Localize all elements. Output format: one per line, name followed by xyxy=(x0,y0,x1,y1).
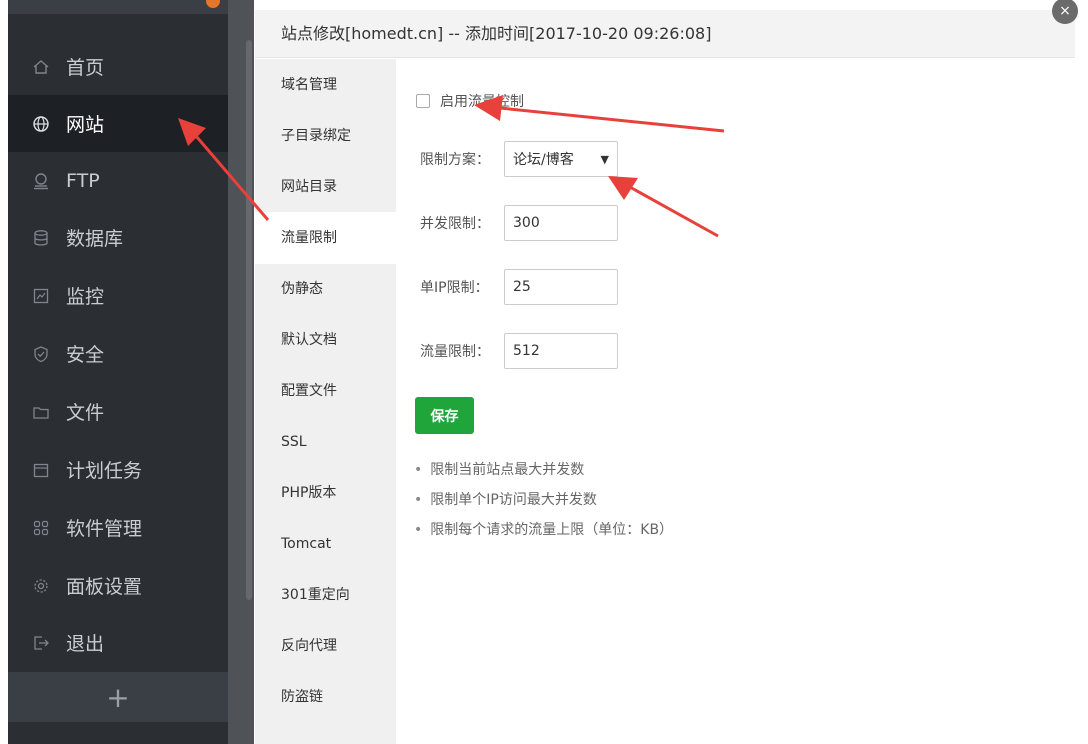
site-edit-modal: 站点修改[homedt.cn] -- 添加时间[2017-10-20 09:26… xyxy=(255,0,1088,744)
sidebar-item-label: 网站 xyxy=(66,114,105,136)
tab-tomcat[interactable]: Tomcat xyxy=(255,518,396,570)
scheme-label: 限制方案： xyxy=(420,152,490,168)
tab-hotlink-protection[interactable]: 防盗链 xyxy=(255,671,396,723)
notification-badge[interactable] xyxy=(206,0,220,8)
grid-icon xyxy=(32,519,50,537)
overlay-backdrop xyxy=(228,0,254,744)
scheme-selected-value: 论坛/博客 xyxy=(513,152,574,168)
sidebar-item-software[interactable]: 软件管理 xyxy=(8,499,228,556)
sidebar-item-home[interactable]: 首页 xyxy=(8,38,228,95)
modal-title: 站点修改[homedt.cn] -- 添加时间[2017-10-20 09:26… xyxy=(255,10,1075,58)
shield-icon xyxy=(32,345,50,363)
calendar-icon xyxy=(32,461,50,479)
enable-traffic-control-checkbox[interactable] xyxy=(416,94,430,108)
tip-item: 限制当前站点最大并发数 xyxy=(414,455,673,485)
tip-item: 限制单个IP访问最大并发数 xyxy=(414,485,673,515)
sidebar-item-monitor[interactable]: 监控 xyxy=(8,267,228,324)
sidebar-item-label: 安全 xyxy=(66,344,105,366)
per-ip-input[interactable] xyxy=(504,269,618,305)
gear-icon xyxy=(32,577,50,595)
sidebar-item-label: 退出 xyxy=(66,633,105,655)
sidebar-item-label: 软件管理 xyxy=(66,518,143,540)
tab-traffic-limit[interactable]: 流量限制 xyxy=(255,212,396,264)
ftp-icon xyxy=(32,172,50,190)
globe-icon xyxy=(32,115,50,133)
sidebar-item-files[interactable]: 文件 xyxy=(8,383,228,440)
sidebar-item-logout[interactable]: 退出 xyxy=(8,614,228,671)
dropdown-arrow-icon: ▼ xyxy=(600,152,609,166)
sidebar-item-label: 面板设置 xyxy=(66,576,143,598)
sidebar-item-website[interactable]: 网站 xyxy=(8,95,228,152)
tab-php-version[interactable]: PHP版本 xyxy=(255,467,396,519)
scheme-row: 限制方案： 论坛/博客 ▼ xyxy=(420,141,618,177)
tab-subdirectory-binding[interactable]: 子目录绑定 xyxy=(255,110,396,162)
tab-config-file[interactable]: 配置文件 xyxy=(255,365,396,417)
sidebar-item-label: 监控 xyxy=(66,286,105,308)
scrollbar[interactable] xyxy=(246,40,252,600)
concurrency-label: 并发限制： xyxy=(420,216,490,232)
sidebar-item-label: 文件 xyxy=(66,402,105,424)
tab-default-document[interactable]: 默认文档 xyxy=(255,314,396,366)
traffic-limit-panel: 启用流量控制 限制方案： 论坛/博客 ▼ 并发限制： 单IP限制： 流量限制： … xyxy=(396,59,1076,744)
rate-input[interactable] xyxy=(504,333,618,369)
tab-domain-management[interactable]: 域名管理 xyxy=(255,59,396,111)
sidebar-top-strip xyxy=(8,0,228,14)
tab-rewrite[interactable]: 伪静态 xyxy=(255,263,396,315)
concurrency-row: 并发限制： xyxy=(420,205,618,241)
per-ip-label: 单IP限制： xyxy=(420,280,489,296)
tab-reverse-proxy[interactable]: 反向代理 xyxy=(255,620,396,672)
logout-icon xyxy=(32,634,50,652)
folder-icon xyxy=(32,403,50,421)
sidebar-item-label: 数据库 xyxy=(66,228,124,250)
save-button[interactable]: 保存 xyxy=(415,397,474,434)
enable-traffic-control-label: 启用流量控制 xyxy=(440,94,524,110)
monitor-icon xyxy=(32,287,50,305)
sidebar-item-label: 计划任务 xyxy=(66,460,143,482)
sidebar-item-ftp[interactable]: FTP xyxy=(8,152,228,209)
sidebar-item-security[interactable]: 安全 xyxy=(8,325,228,382)
database-icon xyxy=(32,229,50,247)
rate-label: 流量限制： xyxy=(420,344,490,360)
tab-301-redirect[interactable]: 301重定向 xyxy=(255,569,396,621)
tips-list: 限制当前站点最大并发数 限制单个IP访问最大并发数 限制每个请求的流量上限（单位… xyxy=(414,455,673,545)
sidebar-item-database[interactable]: 数据库 xyxy=(8,209,228,266)
sidebar-item-panel-settings[interactable]: 面板设置 xyxy=(8,557,228,614)
sidebar: 首页 网站 FTP 数据库 监控 安全 文件 计划任务 软件管理 面板设置 退出… xyxy=(8,0,228,744)
concurrency-input[interactable] xyxy=(504,205,618,241)
home-icon xyxy=(32,58,50,76)
sidebar-item-label: 首页 xyxy=(66,57,105,79)
tab-site-directory[interactable]: 网站目录 xyxy=(255,161,396,213)
per-ip-row: 单IP限制： xyxy=(420,269,618,305)
rate-row: 流量限制： xyxy=(420,333,618,369)
sidebar-item-cron[interactable]: 计划任务 xyxy=(8,441,228,498)
tip-item: 限制每个请求的流量上限（单位：KB） xyxy=(414,515,673,545)
tab-ssl[interactable]: SSL xyxy=(255,416,396,468)
scheme-select[interactable]: 论坛/博客 ▼ xyxy=(504,141,618,177)
settings-tabs: 域名管理 子目录绑定 网站目录 流量限制 伪静态 默认文档 配置文件 SSL P… xyxy=(255,59,396,744)
sidebar-item-label: FTP xyxy=(66,169,100,192)
enable-traffic-control-row[interactable]: 启用流量控制 xyxy=(416,91,524,111)
sidebar-add-button[interactable]: + xyxy=(8,672,228,722)
